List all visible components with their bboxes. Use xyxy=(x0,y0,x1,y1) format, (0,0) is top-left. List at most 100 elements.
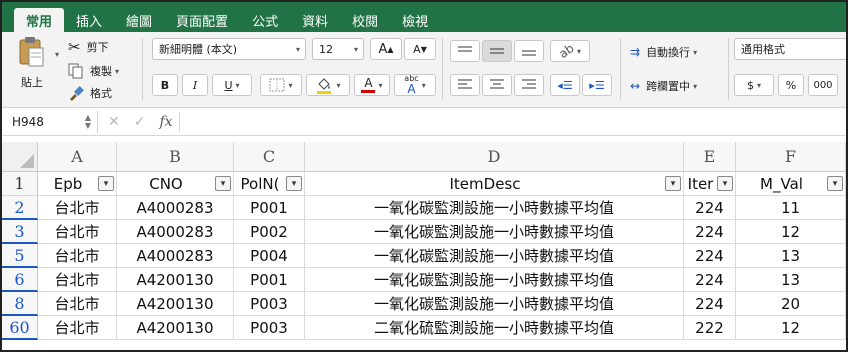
header-cell-cno[interactable]: CNO ▾ xyxy=(117,172,234,196)
align-left-button[interactable] xyxy=(450,74,480,96)
cell-epb[interactable]: 台北市 xyxy=(38,196,117,220)
cell-item[interactable]: 224 xyxy=(684,268,736,292)
select-all-button[interactable] xyxy=(2,142,38,172)
cell-cno[interactable]: A4000283 xyxy=(117,196,234,220)
tab-insert[interactable]: 插入 xyxy=(64,8,114,32)
copy-button[interactable]: 複製 ▾ xyxy=(68,62,119,80)
header-cell-epb[interactable]: Epb ▾ xyxy=(38,172,117,196)
fill-color-button[interactable]: ▾ xyxy=(306,74,350,96)
column-header-c[interactable]: C xyxy=(234,142,305,172)
cell-poln[interactable]: P004 xyxy=(234,244,305,268)
tab-review[interactable]: 校閱 xyxy=(340,8,390,32)
header-cell-m-val[interactable]: M_Val ▾ xyxy=(736,172,846,196)
name-box[interactable]: H948 ▲ ▼ xyxy=(8,110,98,133)
row-header[interactable]: 5 xyxy=(2,244,38,268)
row-header[interactable]: 2 xyxy=(2,196,38,220)
filter-dropdown-icon[interactable]: ▾ xyxy=(665,176,681,191)
cell-m-val[interactable]: 20 xyxy=(736,292,846,316)
row-header[interactable]: 60 xyxy=(2,316,38,340)
align-top-button[interactable] xyxy=(450,40,480,62)
cell-m-val[interactable]: 12 xyxy=(736,316,846,340)
column-header-b[interactable]: B xyxy=(117,142,234,172)
filter-dropdown-icon[interactable]: ▾ xyxy=(215,176,231,191)
tab-data[interactable]: 資料 xyxy=(290,8,340,32)
cell-cno[interactable]: A4200130 xyxy=(117,316,234,340)
increase-indent-button[interactable]: ▸☰ xyxy=(582,74,612,96)
row-header[interactable]: 8 xyxy=(2,292,38,316)
font-name-dropdown[interactable]: 新細明體 (本文) ▾ xyxy=(152,38,306,60)
cut-button[interactable]: ✂ 剪下 xyxy=(68,38,109,56)
row-header[interactable]: 3 xyxy=(2,220,38,244)
phonetic-button[interactable]: abc A ▾ xyxy=(394,74,436,96)
column-header-f[interactable]: F xyxy=(736,142,846,172)
cell-poln[interactable]: P001 xyxy=(234,196,305,220)
cell-cno[interactable]: A4200130 xyxy=(117,292,234,316)
row-header[interactable]: 6 xyxy=(2,268,38,292)
column-header-e[interactable]: E xyxy=(684,142,736,172)
tab-view[interactable]: 檢視 xyxy=(390,8,440,32)
cell-m-val[interactable]: 11 xyxy=(736,196,846,220)
cell-itemdesc[interactable]: 一氧化碳監測設施一小時數據平均值 xyxy=(305,244,684,268)
cell-itemdesc[interactable]: 一氧化碳監測設施一小時數據平均值 xyxy=(305,268,684,292)
cell-epb[interactable]: 台北市 xyxy=(38,316,117,340)
percent-button[interactable]: % xyxy=(778,74,804,96)
copy-dropdown-icon[interactable]: ▾ xyxy=(115,67,119,76)
shrink-font-button[interactable]: A ▼ xyxy=(404,38,436,60)
cell-cno[interactable]: A4200130 xyxy=(117,268,234,292)
cell-item[interactable]: 224 xyxy=(684,292,736,316)
align-middle-button[interactable] xyxy=(482,40,512,62)
column-header-a[interactable]: A xyxy=(38,142,117,172)
filter-dropdown-icon[interactable]: ▾ xyxy=(717,176,733,191)
cell-item[interactable]: 224 xyxy=(684,196,736,220)
filter-dropdown-icon[interactable]: ▾ xyxy=(98,176,114,191)
number-format-dropdown[interactable]: 通用格式 xyxy=(734,38,846,60)
cell-m-val[interactable]: 13 xyxy=(736,244,846,268)
merge-center-button[interactable]: ↔ 跨欄置中 ▾ xyxy=(630,76,697,96)
header-cell-itemdesc[interactable]: ItemDesc ▾ xyxy=(305,172,684,196)
cell-epb[interactable]: 台北市 xyxy=(38,220,117,244)
row-header[interactable]: 1 xyxy=(2,172,38,196)
cell-itemdesc[interactable]: 一氧化碳監測設施一小時數據平均值 xyxy=(305,220,684,244)
tab-home[interactable]: 常用 xyxy=(14,8,65,32)
cell-poln[interactable]: P003 xyxy=(234,316,305,340)
decrease-indent-button[interactable]: ◂☰ xyxy=(550,74,580,96)
filter-dropdown-icon[interactable]: ▾ xyxy=(827,176,843,191)
formula-input[interactable] xyxy=(180,111,846,133)
cell-epb[interactable]: 台北市 xyxy=(38,268,117,292)
cell-poln[interactable]: P003 xyxy=(234,292,305,316)
cell-poln[interactable]: P001 xyxy=(234,268,305,292)
thousands-separator-button[interactable]: 000 xyxy=(808,74,838,96)
cell-epb[interactable]: 台北市 xyxy=(38,292,117,316)
borders-button[interactable]: ▾ xyxy=(260,74,302,96)
cell-epb[interactable]: 台北市 xyxy=(38,244,117,268)
font-size-dropdown[interactable]: 12 ▾ xyxy=(312,38,364,60)
italic-button[interactable]: I xyxy=(182,74,208,96)
cell-itemdesc[interactable]: 一氧化碳監測設施一小時數據平均值 xyxy=(305,196,684,220)
filter-dropdown-icon[interactable]: ▾ xyxy=(286,176,302,191)
align-center-button[interactable] xyxy=(482,74,512,96)
grow-font-button[interactable]: A ▲ xyxy=(370,38,402,60)
header-cell-item[interactable]: Iter ▾ xyxy=(684,172,736,196)
align-right-button[interactable] xyxy=(514,74,544,96)
format-painter-button[interactable]: 格式 xyxy=(68,84,112,102)
cell-itemdesc[interactable]: 一氧化碳監測設施一小時數據平均值 xyxy=(305,292,684,316)
align-bottom-button[interactable] xyxy=(514,40,544,62)
name-box-stepper-icon[interactable]: ▲ ▼ xyxy=(85,113,91,130)
cell-item[interactable]: 224 xyxy=(684,244,736,268)
tab-formulas[interactable]: 公式 xyxy=(240,8,290,32)
cancel-icon[interactable]: ✕ xyxy=(108,114,120,130)
cell-m-val[interactable]: 12 xyxy=(736,220,846,244)
tab-draw[interactable]: 繪圖 xyxy=(114,8,164,32)
underline-button[interactable]: U ▾ xyxy=(212,74,252,96)
paste-button[interactable]: 貼上 xyxy=(10,36,54,98)
cell-poln[interactable]: P002 xyxy=(234,220,305,244)
currency-button[interactable]: $ ▾ xyxy=(734,74,774,96)
cell-item[interactable]: 224 xyxy=(684,220,736,244)
cell-cno[interactable]: A4000283 xyxy=(117,244,234,268)
orientation-button[interactable]: ab ▾ xyxy=(550,40,590,62)
tab-page-layout[interactable]: 頁面配置 xyxy=(164,8,240,32)
header-cell-poln[interactable]: PolN(▾ xyxy=(234,172,305,196)
cell-cno[interactable]: A4000283 xyxy=(117,220,234,244)
bold-button[interactable]: B xyxy=(152,74,178,96)
cell-item[interactable]: 222 xyxy=(684,316,736,340)
